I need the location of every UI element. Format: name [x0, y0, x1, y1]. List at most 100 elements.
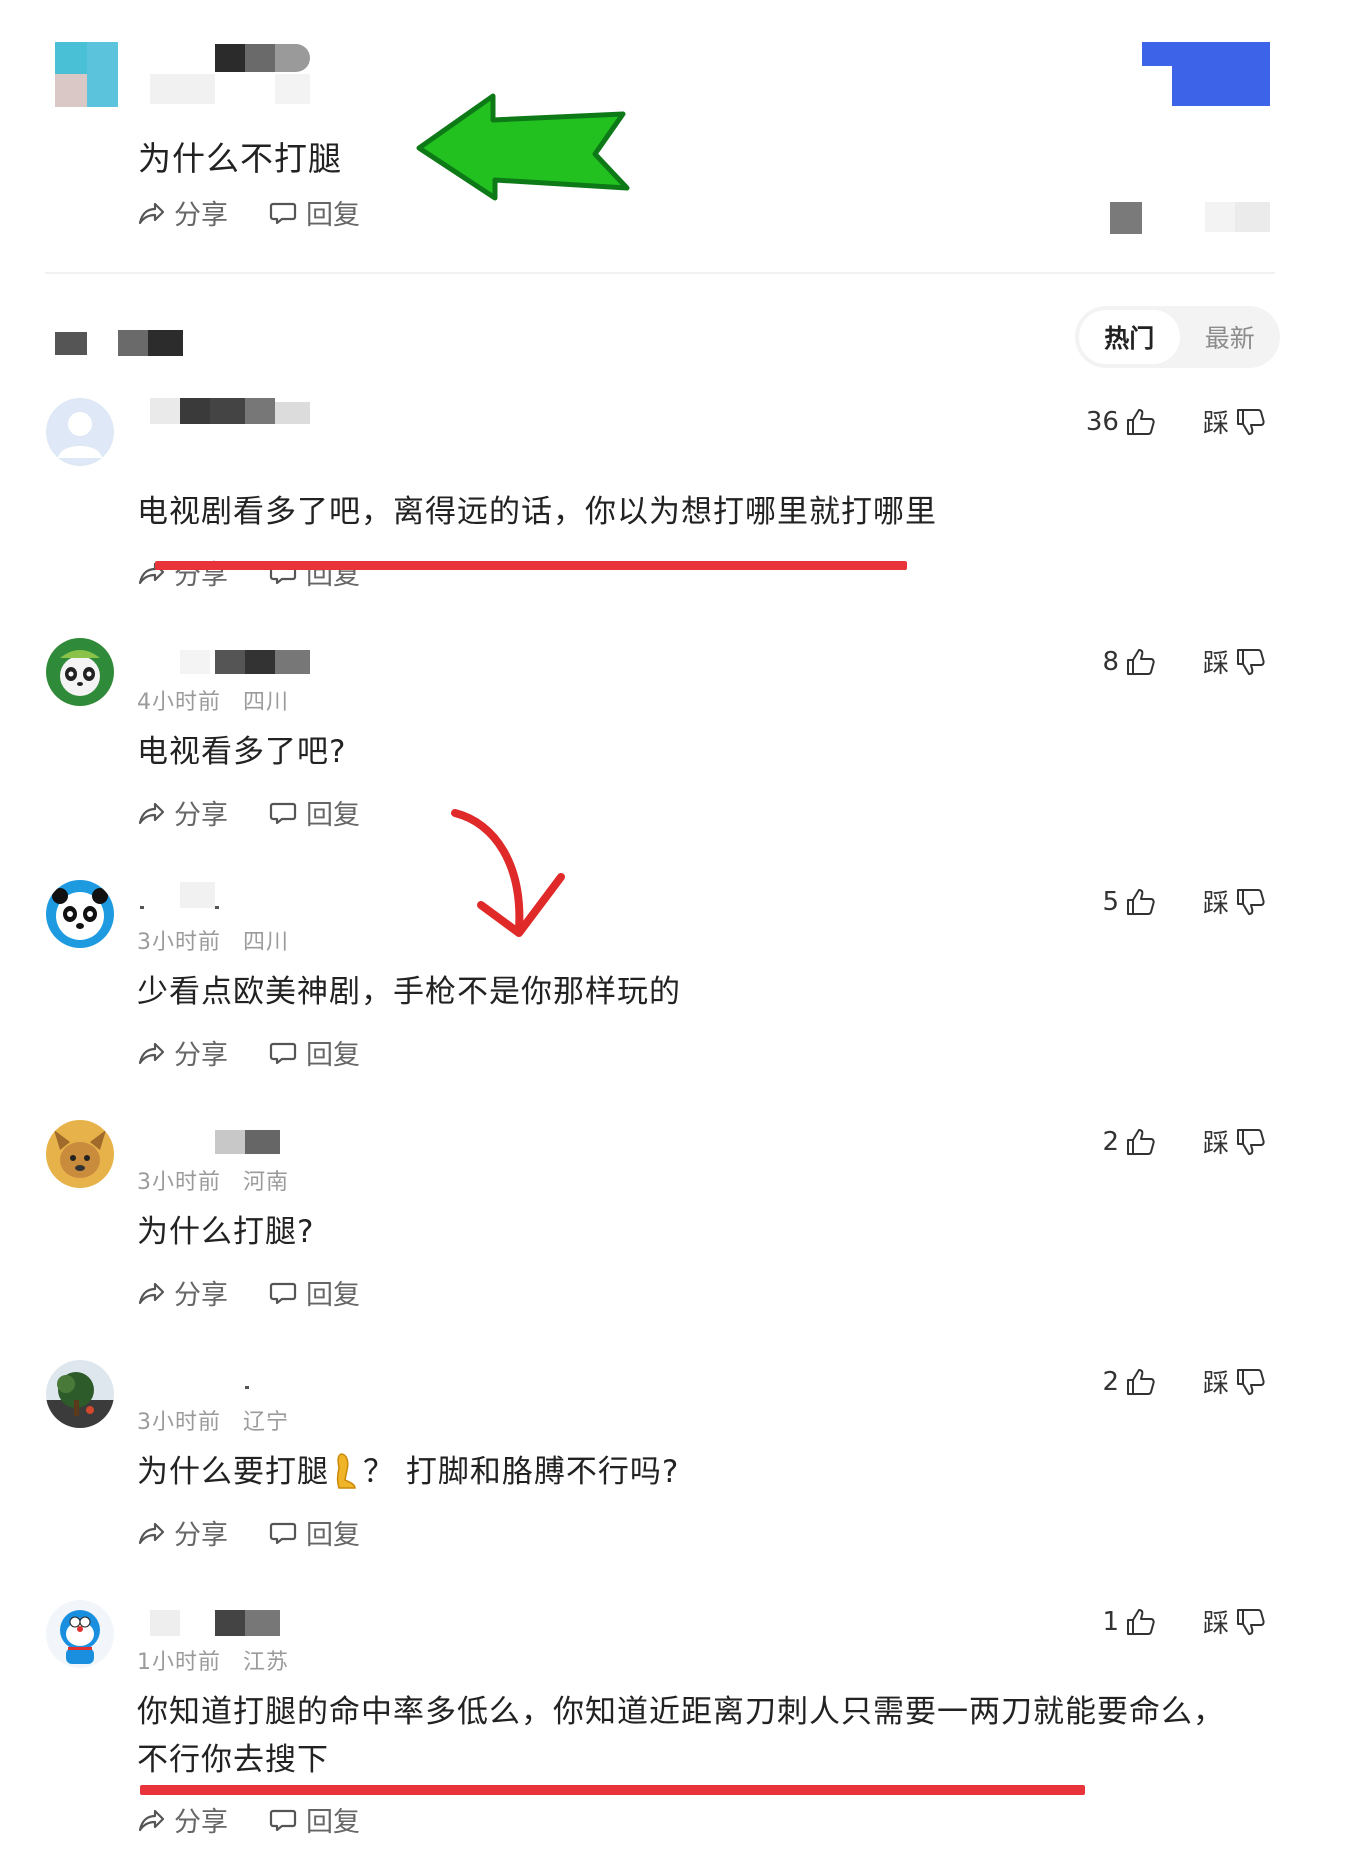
like-button[interactable]: 2 [1102, 1126, 1157, 1158]
like-icon [1126, 408, 1155, 435]
comment-votes: 8 踩 [1102, 643, 1267, 680]
dislike-icon [1237, 888, 1265, 915]
share-label: 分享 [174, 1520, 228, 1551]
like-count: 1 [1102, 1606, 1119, 1637]
like-count: 36 [1085, 406, 1119, 437]
like-button[interactable]: 2 [1102, 1366, 1157, 1398]
post-share-label: 分享 [174, 200, 228, 231]
share-label: 分享 [174, 560, 228, 591]
reply-label: 回复 [306, 1280, 360, 1311]
comment-votes: 5 踩 [1102, 883, 1267, 920]
like-count: 2 [1102, 1126, 1119, 1157]
green-arrow-annotation [416, 93, 630, 201]
dislike-icon [1237, 1608, 1265, 1635]
reply-button[interactable]: 回复 [268, 1800, 360, 1839]
dislike-label: 踩 [1202, 409, 1229, 439]
post-share-button[interactable]: 分享 [136, 193, 228, 232]
reply-icon [269, 1809, 297, 1831]
comment-actions: 分享 回复 [136, 1033, 360, 1072]
reply-label: 回复 [306, 560, 360, 591]
share-button[interactable]: 分享 [136, 553, 228, 592]
avatar[interactable] [46, 638, 114, 706]
reply-button[interactable]: 回复 [268, 1513, 360, 1552]
share-button[interactable]: 分享 [136, 1513, 228, 1552]
reply-button[interactable]: 回复 [268, 553, 360, 592]
red-underline-annotation [155, 561, 907, 570]
comment-actions: 分享 回复 [136, 553, 360, 592]
red-underline-annotation [140, 1785, 1085, 1795]
post-text: 为什么不打腿 [138, 139, 342, 178]
share-icon [138, 802, 165, 824]
like-icon [1126, 1128, 1155, 1155]
dislike-button[interactable]: 踩 [1203, 883, 1267, 920]
share-button[interactable]: 分享 [136, 1800, 228, 1839]
avatar[interactable] [46, 1120, 114, 1188]
comment-location: 四川 [243, 690, 290, 715]
comment-actions: 分享 回复 [136, 1273, 360, 1312]
reply-icon [269, 202, 297, 224]
share-button[interactable]: 分享 [136, 1273, 228, 1312]
dislike-label: 踩 [1202, 1129, 1229, 1159]
sort-tab-hot[interactable]: 热门 [1079, 310, 1180, 364]
comment-text-after-emoji: ？ 打脚和胳膊不行吗? [363, 1454, 680, 1490]
comment-text: 电视剧看多了吧，离得远的话，你以为想打哪里就打哪里 [137, 494, 937, 530]
like-icon [1126, 648, 1155, 675]
comment-text: 为什么要打腿 [137, 1454, 329, 1490]
reply-button[interactable]: 回复 [268, 1033, 360, 1072]
avatar[interactable] [46, 880, 114, 948]
like-button[interactable]: 5 [1102, 886, 1157, 918]
dislike-label: 踩 [1202, 889, 1229, 919]
like-button[interactable]: 8 [1102, 646, 1157, 678]
like-count: 8 [1102, 646, 1119, 677]
like-icon [1126, 888, 1155, 915]
dislike-button[interactable]: 踩 [1203, 1363, 1267, 1400]
avatar[interactable] [46, 398, 114, 466]
like-count: 5 [1102, 886, 1119, 917]
share-label: 分享 [174, 1807, 228, 1838]
comment-text: 你知道打腿的命中率多低么，你知道近距离刀刺人只需要一两刀就能要命么， [137, 1694, 1225, 1730]
post-author-avatar[interactable] [55, 42, 118, 107]
comment-text-row: 为什么要打腿 ？ 打脚和胳膊不行吗? [137, 1448, 1267, 1496]
comment-meta: 3小时前 辽宁 [137, 1404, 289, 1436]
comment-actions: 分享 回复 [136, 1513, 360, 1552]
dislike-button[interactable]: 踩 [1203, 1123, 1267, 1160]
reply-button[interactable]: 回复 [268, 1273, 360, 1312]
share-label: 分享 [174, 1280, 228, 1311]
divider [45, 272, 1275, 274]
like-button[interactable]: 36 [1086, 406, 1157, 438]
dislike-button[interactable]: 踩 [1203, 643, 1267, 680]
comment-location: 辽宁 [243, 1410, 290, 1435]
post-reply-button[interactable]: 回复 [268, 193, 360, 232]
comment-time: 3小时前 [137, 1170, 221, 1195]
share-button[interactable]: 分享 [136, 793, 228, 832]
dislike-button[interactable]: 踩 [1203, 403, 1267, 440]
leg-emoji [336, 1453, 356, 1489]
avatar[interactable] [46, 1360, 114, 1428]
sort-toggle: 热门 最新 [1075, 306, 1280, 368]
share-button[interactable]: 分享 [136, 1033, 228, 1072]
post-actions: 分享 回复 [136, 193, 360, 232]
avatar[interactable] [46, 1600, 114, 1668]
comment-meta: 3小时前 河南 [137, 1164, 289, 1196]
reply-icon [269, 1282, 297, 1304]
follow-button-redacted[interactable] [1142, 42, 1270, 106]
dislike-button[interactable]: 踩 [1203, 1603, 1267, 1640]
comment-text: 为什么打腿? [137, 1214, 315, 1250]
dislike-label: 踩 [1202, 649, 1229, 679]
comment-text: 少看点欧美神剧，手枪不是你那样玩的 [137, 974, 681, 1010]
sort-tab-latest[interactable]: 最新 [1180, 310, 1281, 364]
comment-location: 四川 [243, 930, 290, 955]
reply-button[interactable]: 回复 [268, 793, 360, 832]
reply-icon [269, 1042, 297, 1064]
like-button[interactable]: 1 [1102, 1606, 1157, 1638]
comment-votes: 36 踩 [1086, 403, 1267, 440]
reply-icon [269, 802, 297, 824]
dislike-icon [1237, 1368, 1265, 1395]
dislike-icon [1237, 1128, 1265, 1155]
comment-text: 电视看多了吧? [137, 734, 347, 770]
red-arrow-annotation [451, 809, 565, 937]
comment-votes: 1 踩 [1102, 1603, 1267, 1640]
comment-meta: 3小时前 四川 [137, 924, 289, 956]
share-icon [138, 1809, 165, 1831]
comment-time: 1小时前 [137, 1650, 221, 1675]
